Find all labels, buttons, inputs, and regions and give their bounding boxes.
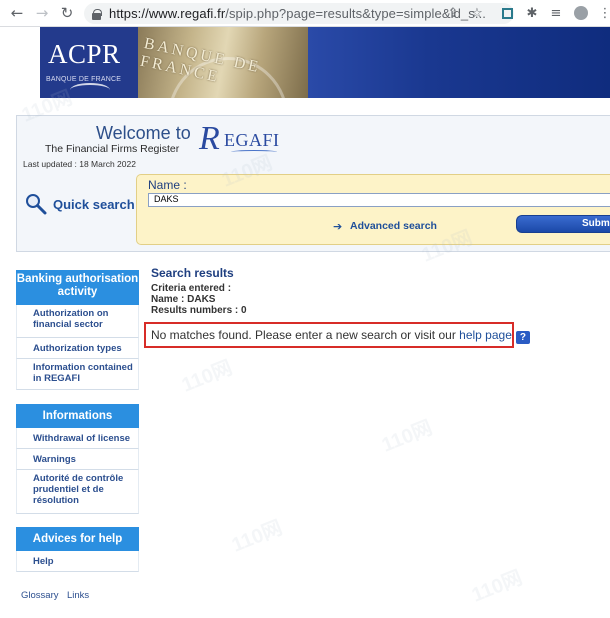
regafi-logo: R: [199, 120, 220, 157]
name-input[interactable]: DAKS: [148, 193, 610, 207]
welcome-panel: Welcome to The Financial Firms Register …: [16, 115, 610, 252]
welcome-subtitle: The Financial Firms Register: [45, 143, 180, 155]
sidebar-item-authorization-financial[interactable]: Authorization on financial sector: [16, 305, 139, 338]
name-label: Name :: [148, 178, 187, 192]
watermark: 110网: [178, 356, 236, 397]
results-count: Results numbers : 0: [151, 305, 247, 316]
sidebar-item-acpr[interactable]: Autorité de contrôle prudentiel et de ré…: [16, 470, 139, 514]
quick-search-form: Name : DAKS ➔ Advanced search Submit: [136, 174, 610, 245]
share-icon[interactable]: ⇪: [444, 4, 462, 22]
back-arrow-icon[interactable]: ←: [6, 2, 28, 24]
browser-toolbar: ← → ↻ https://www.regafi.fr/spip.php?pag…: [0, 0, 610, 27]
sidebar-heading-banking: Banking authorisation activity: [16, 270, 139, 305]
sidebar-item-information-regafi[interactable]: Information contained in REGAFI: [16, 359, 139, 390]
magnifier-icon: [26, 194, 47, 215]
watermark: 110网: [228, 516, 286, 557]
submit-button[interactable]: Submit: [516, 215, 610, 233]
site-banner: ACPR BANQUE DE FRANCE BANQUE DE FRANCE: [0, 27, 610, 98]
acpr-logo[interactable]: ACPR BANQUE DE FRANCE: [40, 27, 138, 98]
help-question-icon[interactable]: ?: [515, 331, 530, 344]
advanced-search-link[interactable]: Advanced search: [350, 220, 437, 232]
bookmark-star-icon[interactable]: ☆: [468, 4, 486, 22]
lock-icon: [92, 8, 102, 20]
puzzle-icon[interactable]: ✱: [523, 4, 541, 22]
watermark: 110网: [378, 416, 436, 457]
menu-dots-icon[interactable]: ⋮: [596, 4, 610, 22]
quick-search-label: Quick search: [53, 197, 135, 212]
results-title: Search results: [151, 266, 234, 280]
url-text: https://www.regafi.fr/spip.php?page=resu…: [109, 6, 486, 21]
banner-blue-band: [308, 27, 610, 98]
sidebar-item-authorization-types[interactable]: Authorization types: [16, 338, 139, 359]
last-updated: Last updated : 18 March 2022: [23, 159, 136, 169]
banner-photo: BANQUE DE FRANCE: [138, 27, 308, 98]
links-link[interactable]: Links: [67, 590, 89, 601]
glossary-link[interactable]: Glossary: [21, 590, 58, 601]
watermark: 110网: [468, 566, 526, 607]
arrow-right-icon: ➔: [333, 220, 343, 233]
extension-icon[interactable]: [498, 4, 516, 22]
reload-icon[interactable]: ↻: [56, 2, 78, 24]
criteria-label: Criteria entered :: [151, 283, 232, 294]
sidebar-item-warnings[interactable]: Warnings: [16, 449, 139, 470]
regafi-logo-text: EGAFI: [224, 130, 280, 150]
media-icon[interactable]: ≡: [547, 4, 565, 22]
help-page-link[interactable]: help page: [459, 328, 512, 342]
logo-swoosh: [70, 83, 110, 97]
no-matches-alert: No matches found. Please enter a new sea…: [144, 322, 530, 348]
sidebar-heading-informations: Informations: [16, 404, 139, 428]
sidebar-item-help[interactable]: Help: [16, 551, 139, 572]
welcome-title: Welcome to: [96, 123, 191, 143]
criteria-name: Name : DAKS: [151, 294, 216, 305]
sidebar-item-withdrawal[interactable]: Withdrawal of license: [16, 428, 139, 449]
sidebar-heading-help: Advices for help: [16, 527, 139, 551]
forward-arrow-icon[interactable]: →: [31, 2, 53, 24]
profile-avatar-icon[interactable]: [572, 4, 590, 22]
no-matches-text: No matches found. Please enter a new sea…: [151, 328, 460, 342]
